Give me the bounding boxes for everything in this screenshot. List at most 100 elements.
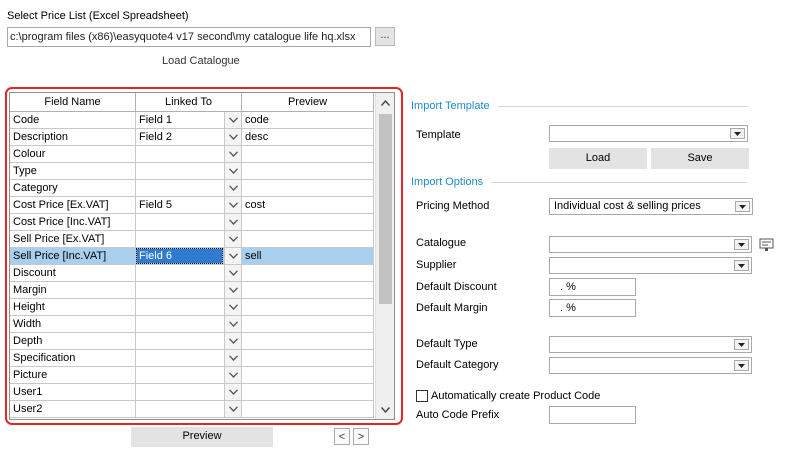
chevron-down-icon[interactable] — [224, 248, 241, 264]
chevron-down-icon[interactable] — [224, 231, 241, 247]
chevron-down-icon[interactable] — [224, 214, 241, 230]
field-name-cell[interactable]: Type — [10, 163, 136, 180]
table-row[interactable]: Description Field 2 desc — [10, 129, 374, 146]
linked-to-cell[interactable] — [136, 401, 242, 418]
table-row[interactable]: Code Field 1 code — [10, 112, 374, 129]
field-name-cell[interactable]: Sell Price [Inc.VAT] — [10, 248, 136, 265]
scroll-down-icon[interactable] — [376, 400, 394, 419]
save-template-button[interactable]: Save — [651, 148, 749, 169]
table-row[interactable]: Sell Price [Inc.VAT] Field 6 sell — [10, 248, 374, 265]
linked-to-cell[interactable]: Field 5 — [136, 197, 242, 214]
linked-to-cell[interactable] — [136, 282, 242, 299]
table-row[interactable]: Specification — [10, 350, 374, 367]
chevron-down-icon[interactable] — [224, 146, 241, 162]
table-row[interactable]: Width — [10, 316, 374, 333]
field-name-cell[interactable]: Discount — [10, 265, 136, 282]
linked-to-cell[interactable] — [136, 350, 242, 367]
chevron-down-icon[interactable] — [224, 333, 241, 349]
field-name-cell[interactable]: Height — [10, 299, 136, 316]
grid-vertical-scrollbar[interactable] — [375, 93, 394, 419]
linked-to-cell[interactable] — [136, 180, 242, 197]
linked-to-cell[interactable] — [136, 333, 242, 350]
price-list-path-input[interactable]: c:\program files (x86)\easyquote4 v17 se… — [7, 27, 371, 47]
linked-to-cell[interactable] — [136, 231, 242, 248]
field-name-cell[interactable]: Width — [10, 316, 136, 333]
linked-to-cell[interactable] — [136, 316, 242, 333]
chevron-down-icon[interactable] — [224, 197, 241, 213]
linked-to-cell[interactable] — [136, 265, 242, 282]
table-row[interactable]: Colour — [10, 146, 374, 163]
preview-button[interactable]: Preview — [131, 427, 273, 447]
table-row[interactable]: Cost Price [Ex.VAT] Field 5 cost — [10, 197, 374, 214]
table-row[interactable]: User2 — [10, 401, 374, 418]
load-catalogue-button[interactable]: Load Catalogue — [162, 55, 240, 67]
default-category-select[interactable] — [549, 357, 752, 374]
header-field-name[interactable]: Field Name — [10, 93, 136, 112]
table-row[interactable]: Margin — [10, 282, 374, 299]
chevron-down-icon[interactable] — [224, 299, 241, 315]
field-name-cell[interactable]: Sell Price [Ex.VAT] — [10, 231, 136, 248]
field-mapping-grid[interactable]: Field Name Linked To Preview Code Field 1… — [9, 92, 395, 420]
field-name-cell[interactable]: Colour — [10, 146, 136, 163]
field-name-cell[interactable]: User1 — [10, 384, 136, 401]
linked-to-cell[interactable]: Field 1 — [136, 112, 242, 129]
browse-button[interactable]: ... — [375, 27, 395, 46]
chevron-down-icon[interactable] — [224, 282, 241, 298]
template-select[interactable] — [549, 125, 748, 142]
linked-to-cell[interactable] — [136, 367, 242, 384]
chevron-down-icon[interactable] — [224, 112, 241, 128]
table-row[interactable]: Sell Price [Ex.VAT] — [10, 231, 374, 248]
pricing-method-select[interactable]: Individual cost & selling prices — [549, 198, 753, 215]
chevron-down-icon[interactable] — [224, 180, 241, 196]
chevron-down-icon[interactable] — [224, 350, 241, 366]
linked-to-cell[interactable] — [136, 146, 242, 163]
supplier-select[interactable] — [549, 257, 752, 274]
next-record-button[interactable]: > — [353, 428, 369, 445]
scroll-thumb[interactable] — [379, 114, 392, 304]
default-type-select[interactable] — [549, 336, 752, 353]
table-row[interactable]: Picture — [10, 367, 374, 384]
auto-code-prefix-input[interactable] — [549, 406, 636, 424]
field-name-cell[interactable]: Category — [10, 180, 136, 197]
field-name-cell[interactable]: Cost Price [Inc.VAT] — [10, 214, 136, 231]
default-discount-input[interactable]: . % — [549, 278, 636, 296]
chevron-down-icon[interactable] — [224, 367, 241, 383]
table-row[interactable]: Category — [10, 180, 374, 197]
table-row[interactable]: Cost Price [Inc.VAT] — [10, 214, 374, 231]
chevron-down-icon[interactable] — [224, 384, 241, 400]
auto-code-checkbox[interactable] — [416, 390, 428, 402]
field-name-cell[interactable]: Cost Price [Ex.VAT] — [10, 197, 136, 214]
table-row[interactable]: Height — [10, 299, 374, 316]
linked-to-cell[interactable] — [136, 299, 242, 316]
linked-to-cell[interactable] — [136, 214, 242, 231]
chevron-down-icon[interactable] — [224, 401, 241, 417]
field-name-cell[interactable]: User2 — [10, 401, 136, 418]
catalogue-select[interactable] — [549, 236, 752, 253]
linked-to-cell[interactable]: Field 6 — [136, 248, 242, 265]
chevron-down-icon[interactable] — [224, 163, 241, 179]
header-linked-to[interactable]: Linked To — [136, 93, 242, 112]
field-name-cell[interactable]: Specification — [10, 350, 136, 367]
field-name-cell[interactable]: Depth — [10, 333, 136, 350]
default-margin-input[interactable]: . % — [549, 299, 636, 317]
chevron-down-icon[interactable] — [224, 265, 241, 281]
field-name-cell[interactable]: Picture — [10, 367, 136, 384]
chevron-down-icon[interactable] — [224, 129, 241, 145]
chevron-down-icon[interactable] — [224, 316, 241, 332]
load-template-button[interactable]: Load — [549, 148, 647, 169]
linked-to-cell[interactable]: Field 2 — [136, 129, 242, 146]
table-row[interactable]: User1 — [10, 384, 374, 401]
table-row[interactable]: Discount — [10, 265, 374, 282]
scroll-up-icon[interactable] — [376, 93, 394, 112]
auto-code-checkbox-label[interactable]: Automatically create Product Code — [431, 390, 600, 402]
catalogue-manage-icon[interactable] — [759, 238, 775, 252]
header-preview[interactable]: Preview — [242, 93, 374, 112]
field-name-cell[interactable]: Description — [10, 129, 136, 146]
field-name-cell[interactable]: Margin — [10, 282, 136, 299]
field-name-cell[interactable]: Code — [10, 112, 136, 129]
linked-to-cell[interactable] — [136, 384, 242, 401]
prev-record-button[interactable]: < — [334, 428, 350, 445]
table-row[interactable]: Type — [10, 163, 374, 180]
table-row[interactable]: Depth — [10, 333, 374, 350]
linked-to-cell[interactable] — [136, 163, 242, 180]
